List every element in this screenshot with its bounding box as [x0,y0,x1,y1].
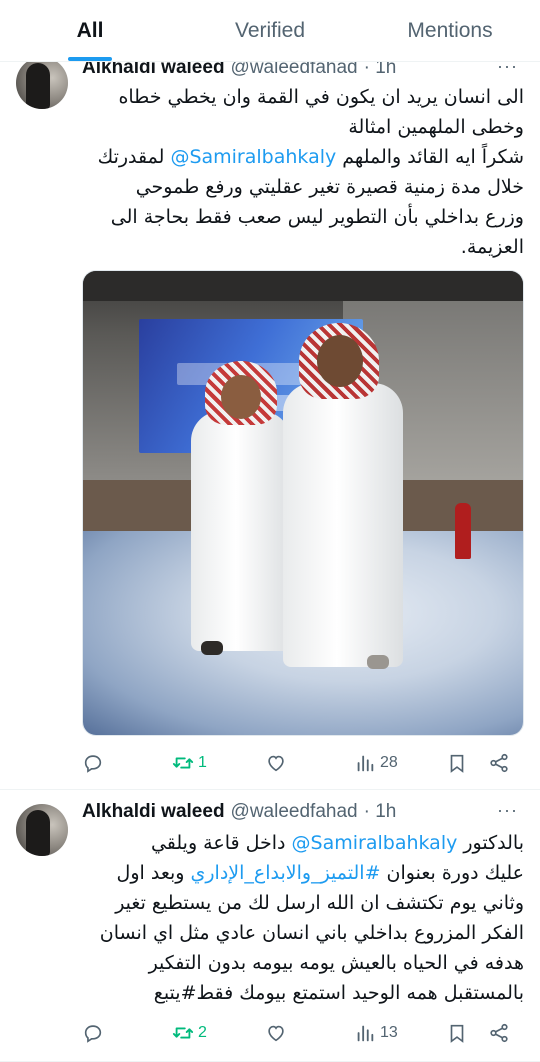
views-count: 13 [380,1024,398,1041]
fire-extinguisher [455,503,471,559]
avatar[interactable] [16,804,68,856]
tweet-line: وزرع بداخلي بأن التطوير ليس صعب فقط بحاج… [110,206,524,228]
tweet-line: عليك دورة بعنوان #التميز_والابداع_الإدار… [82,858,524,888]
views-icon [357,755,374,772]
tweet-line: العزيمة. [460,236,524,258]
tab-mentions[interactable]: Mentions [360,0,540,61]
tweet-header: Alkhaldi waleed @waleedfahad · 1h [82,800,396,824]
retweet-count: 1 [198,754,207,771]
reply-icon [84,1025,102,1043]
heart-icon [268,755,284,772]
person-right [283,321,403,681]
notifications-tabs: All Verified Mentions [0,0,540,62]
tweet-actions: 1 28 [82,748,524,778]
reply-button[interactable] [82,1018,108,1048]
tweet-photo[interactable] [82,270,524,736]
mention-link[interactable]: @Samiralbahkaly [292,832,458,854]
more-icon[interactable]: ··· [497,800,518,821]
text-span: شكراً ايه القائد والملهم [336,146,524,168]
tweet-time: · 1h [363,801,397,822]
person-left [191,357,291,657]
reply-button[interactable] [82,748,108,778]
tweet-text: الى انسان يريد ان يكون في القمة وان يخطي… [82,82,524,262]
share-icon [490,1023,508,1043]
retweet-icon [172,757,194,769]
tweet-line: شكراً ايه القائد والملهم @Samiralbahkaly… [82,142,524,172]
tweet-line: خلال مدة زمنية قصيرة تغير عقليتي ورفع طم… [135,176,524,198]
tweet-line: الفكر المزروع بداخلي باني انسان عادي مثل… [99,922,524,944]
text-span: لمقدرتك [97,146,171,168]
share-icon [490,753,508,773]
bookmark-icon [450,754,464,773]
tweet-actions: 2 13 [82,1018,524,1048]
like-button[interactable] [265,1018,291,1048]
retweet-icon [172,1027,194,1039]
tab-verified[interactable]: Verified [180,0,360,61]
tab-all[interactable]: All [0,0,180,61]
tweet-line: الى انسان يريد ان يكون في القمة وان يخطي… [118,86,524,108]
tweet-line: وخطى الملهمين امثالة [348,116,524,138]
reply-icon [84,755,102,773]
share-button[interactable] [488,748,510,778]
tweet-text: بالدكتور @Samiralbahkaly داخل قاعة ويلقي… [82,828,524,1008]
heart-icon [268,1025,284,1042]
author-name[interactable]: Alkhaldi waleed [82,801,225,823]
text-span: عليك دورة بعنوان [380,862,524,884]
bookmark-icon [450,1024,464,1043]
tweet-line: وثاني يوم تكتشف ان الله ارسل لك من يستطي… [115,892,524,914]
tweet-line: هدفه في الحياه بالعيش يومه بيومه بدون ال… [148,952,524,974]
hashtag-link[interactable]: #التميز_والابداع_الإداري [191,862,381,884]
views-count: 28 [380,754,398,771]
tweet[interactable]: Alkhaldi waleed @waleedfahad · 1h ··· ال… [0,56,540,790]
avatar[interactable] [16,57,68,109]
bookmark-button[interactable] [446,1018,468,1048]
bookmark-button[interactable] [446,748,468,778]
retweet-button[interactable]: 1 [172,748,207,778]
tweet[interactable]: Alkhaldi waleed @waleedfahad · 1h ··· با… [0,790,540,1062]
views-button[interactable]: 28 [354,748,398,778]
like-button[interactable] [265,748,291,778]
views-icon [357,1025,374,1042]
author-handle[interactable]: @waleedfahad [231,801,358,823]
views-button[interactable]: 13 [354,1018,398,1048]
text-span: بالدكتور [457,832,524,854]
share-button[interactable] [488,1018,510,1048]
mention-link[interactable]: @Samiralbahkaly [170,146,336,168]
text-span: وبعد اول [116,862,191,884]
tweet-line: بالمستقبل همه الوحيد استمتع بيومك فقط#يت… [153,982,524,1004]
text-span: داخل قاعة ويلقي [150,832,292,854]
tweet-line: بالدكتور @Samiralbahkaly داخل قاعة ويلقي [82,828,524,858]
retweet-count: 2 [198,1024,207,1041]
retweet-button[interactable]: 2 [172,1018,207,1048]
